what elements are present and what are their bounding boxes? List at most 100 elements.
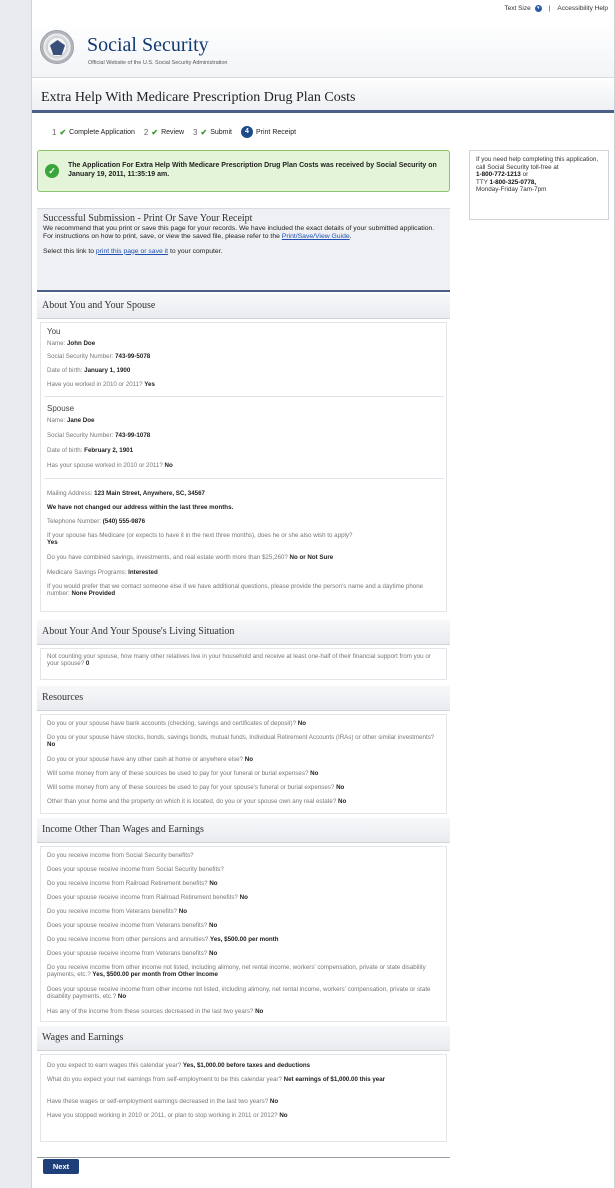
print-save-view-guide-link[interactable]: Print/Save/View Guide	[282, 233, 350, 240]
utility-separator: |	[548, 5, 551, 12]
label: Medicare Savings Programs:	[47, 569, 127, 576]
spouse-dob: Date of birth: February 2, 1901	[47, 447, 444, 454]
label: Has your spouse worked in 2010 or 2011?	[47, 462, 163, 469]
value: Interested	[128, 569, 158, 576]
section-living-header: About Your And Your Spouse's Living Situ…	[37, 620, 450, 645]
text-size-link[interactable]: Text Size	[504, 5, 530, 12]
section-resources-header: Resources	[37, 686, 450, 711]
answer: Yes, $500.00 per month from Other Income	[92, 971, 218, 979]
confirmation-banner: ✓ The Application For Extra Help With Me…	[37, 150, 450, 192]
row-divider	[44, 396, 444, 397]
answer: No	[209, 950, 218, 957]
income-item: Do you receive income from Railroad Reti…	[47, 880, 444, 887]
success-body: We recommend that you print or save this…	[43, 225, 444, 241]
value: 123 Main Street, Anywhere, SC, 34567	[94, 490, 205, 497]
site-tagline: Official Website of the U.S. Social Secu…	[88, 60, 228, 66]
label: Date of birth:	[47, 367, 83, 374]
section-divider	[37, 290, 450, 292]
answer: No	[297, 720, 306, 727]
value: Yes	[144, 381, 155, 388]
income-item: Does your spouse receive income from Vet…	[47, 922, 444, 929]
resources-item: Do you or your spouse have bank accounts…	[47, 720, 444, 727]
answer: Net earnings of $1,000.00 this year	[283, 1076, 386, 1083]
success-title: Successful Submission - Print Or Save Yo…	[43, 213, 253, 224]
step-label: Print Receipt	[255, 128, 297, 136]
spouse-ssn: Social Security Number: 743-99-1078	[47, 432, 444, 439]
answer: Yes, $1,000.00 before taxes and deductio…	[182, 1062, 311, 1069]
resources-item: Do you or your spouse have stocks, bonds…	[47, 734, 444, 749]
value: January 1, 1900	[84, 367, 131, 374]
income-item: Do you receive income from Social Securi…	[47, 852, 444, 859]
resources-item: Will some money from any of these source…	[47, 784, 444, 791]
label: Mailing Address:	[47, 490, 93, 497]
value: (540) 555-9876	[102, 518, 146, 525]
chevron-down-icon[interactable]: ▾	[534, 5, 542, 12]
question: Do you receive income from Railroad Reti…	[47, 880, 208, 887]
section-title: Wages and Earnings	[42, 1032, 124, 1043]
check-icon: ✔	[200, 127, 208, 137]
next-button[interactable]: Next	[43, 1159, 79, 1174]
medicare-savings-programs: Medicare Savings Programs: Interested	[47, 569, 444, 576]
question: Does your spouse receive income from Vet…	[47, 950, 208, 957]
help-tty-label: TTY	[476, 178, 488, 186]
answer: 0	[85, 660, 90, 668]
question: If your spouse has Medicare (or expects …	[47, 532, 353, 539]
question: Not counting your spouse, how many other…	[47, 653, 431, 668]
help-box: If you need help completing this applica…	[469, 150, 609, 220]
step-review: 2 ✔ Review	[144, 128, 184, 137]
page-frame: Text Size ▾ | Accessibility Help Social …	[31, 0, 615, 1188]
answer: No	[338, 798, 347, 805]
checkmark-icon: ✓	[45, 164, 59, 178]
question: Do you expect to earn wages this calenda…	[47, 1062, 182, 1069]
eagle-icon	[50, 40, 65, 55]
success-panel: Successful Submission - Print Or Save Yo…	[37, 208, 450, 290]
section-income-header: Income Other Than Wages and Earnings	[37, 818, 450, 843]
bottom-divider	[37, 1157, 450, 1158]
income-item: Do you receive income from Veterans bene…	[47, 908, 444, 915]
step-number-active: 4	[240, 126, 253, 138]
spouse-medicare: If your spouse has Medicare (or expects …	[47, 532, 444, 547]
accessibility-help-link[interactable]: Accessibility Help	[557, 5, 608, 12]
ssa-seal-logo[interactable]	[40, 30, 74, 64]
question: Have these wages or self-employment earn…	[47, 1098, 269, 1105]
step-label: Review	[161, 128, 185, 136]
page-title-bar: Extra Help With Medicare Prescription Dr…	[32, 80, 614, 113]
help-hours: Monday-Friday 7am-7pm	[476, 186, 547, 194]
answer: No	[209, 922, 218, 929]
resources-item: Other than your home and the property on…	[47, 798, 444, 805]
question: Does your spouse receive income from Soc…	[47, 866, 224, 873]
site-brand[interactable]: Social Security	[87, 34, 209, 57]
value: 743-99-5078	[115, 353, 151, 360]
living-relatives: Not counting your spouse, how many other…	[47, 653, 444, 668]
income-item: Does your spouse receive income from Soc…	[47, 866, 444, 873]
income-item: Do you receive income from other income …	[47, 964, 444, 979]
help-or: or	[522, 171, 529, 179]
value: 743-99-1078	[115, 432, 151, 439]
select-prefix: Select this link to	[43, 247, 94, 255]
help-tty: 1-800-325-0778,	[489, 178, 537, 186]
answer: No	[279, 1112, 288, 1119]
income-item: Has any of the income from these sources…	[47, 1008, 444, 1015]
answer: No	[178, 908, 187, 915]
question: Do you or your spouse have any other cas…	[47, 756, 244, 763]
you-heading: You	[47, 327, 61, 336]
value: Jane Doe	[66, 417, 95, 424]
question: Does your spouse receive income from Vet…	[47, 922, 208, 929]
print-or-save-link[interactable]: print this page or save it	[96, 248, 168, 255]
address-unchanged: We have not changed our address within t…	[47, 504, 444, 511]
alternate-contact: If you would prefer that we contact some…	[47, 583, 444, 598]
you-ssn: Social Security Number: 743-99-5078	[47, 353, 444, 360]
resources-item: Do you or your spouse have any other cas…	[47, 756, 444, 763]
value: We have not changed our address within t…	[47, 504, 234, 511]
telephone-number: Telephone Number: (540) 555-9876	[47, 518, 444, 525]
section-title: Income Other Than Wages and Earnings	[42, 824, 204, 835]
question: Will some money from any of these source…	[47, 770, 309, 777]
step-number: 2	[143, 127, 149, 137]
answer: No	[244, 756, 254, 763]
page: Text Size ▾ | Accessibility Help Social …	[0, 0, 615, 1188]
spouse-name: Name: Jane Doe	[47, 417, 444, 424]
you-worked: Have you worked in 2010 or 2011? Yes	[47, 381, 444, 388]
label: Social Security Number:	[47, 353, 114, 360]
answer: No or Not Sure	[289, 554, 334, 561]
label: Date of birth:	[47, 447, 83, 454]
